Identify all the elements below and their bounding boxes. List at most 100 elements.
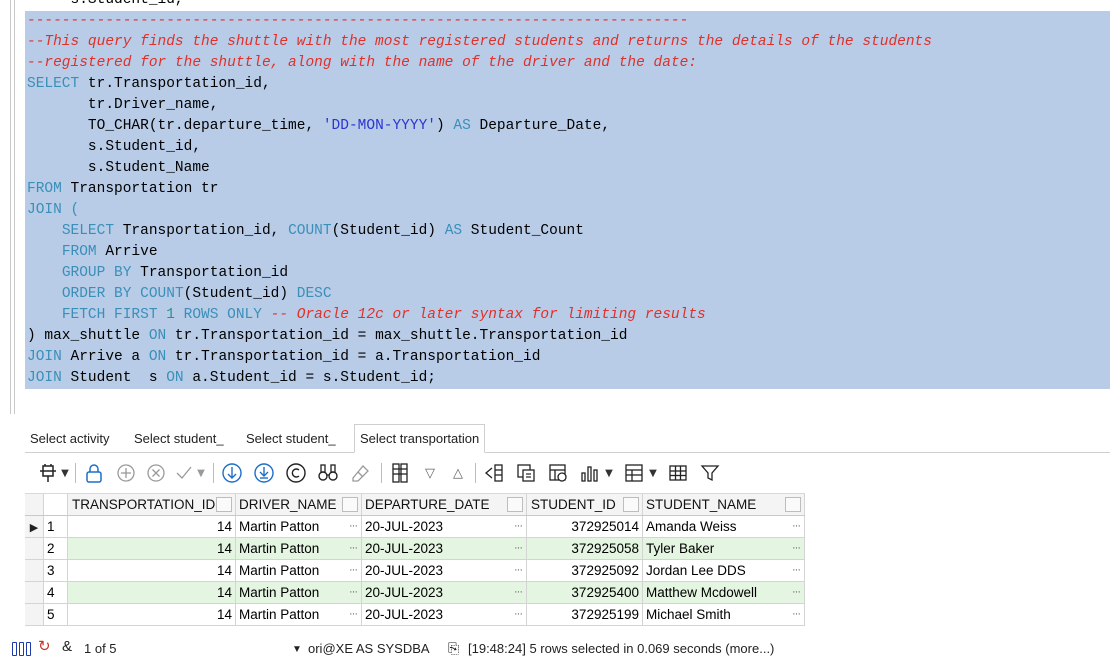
ellipsis-button[interactable]: ···	[514, 516, 523, 537]
pin-icon[interactable]	[35, 459, 61, 487]
cell-departure-date[interactable]: 20-JUL-2023 ···	[362, 538, 527, 559]
cell-student-name[interactable]: Amanda Weiss ···	[643, 516, 805, 537]
ellipsis-button[interactable]: ···	[349, 538, 358, 559]
ellipsis-button[interactable]: ···	[349, 560, 358, 581]
cell-driver-name[interactable]: Martin Patton ···	[236, 516, 362, 537]
column-header-transportation-id[interactable]: TRANSPORTATION_ID	[68, 494, 236, 515]
row-number: 1	[44, 516, 68, 537]
cell-transportation-id[interactable]: 14	[68, 582, 236, 603]
tab-select-student-2[interactable]: Select student_	[241, 425, 341, 453]
column-icon[interactable]	[387, 459, 413, 487]
ellipsis-button[interactable]: ···	[792, 516, 801, 537]
column-header-student-name[interactable]: STUDENT_NAME	[643, 494, 805, 515]
cell-transportation-id[interactable]: 14	[68, 604, 236, 625]
cell-departure-date[interactable]: 20-JUL-2023 ···	[362, 604, 527, 625]
split-icon[interactable]	[481, 459, 507, 487]
code-line: s.Student_id,	[27, 139, 202, 155]
ellipsis-button[interactable]: ···	[514, 560, 523, 581]
progress-bars-icon	[12, 642, 31, 656]
chevron-down-icon[interactable]: ▼	[59, 459, 71, 487]
chevron-down-icon[interactable]: ▼	[292, 641, 302, 659]
cell-transportation-id[interactable]: 14	[68, 560, 236, 581]
chevron-down-icon[interactable]: ▼	[647, 459, 659, 487]
ellipsis-button[interactable]: ···	[514, 604, 523, 625]
table-row[interactable]: 5 14 Martin Patton ··· 20-JUL-2023 ··· 372…	[25, 604, 805, 626]
layout-icon[interactable]	[621, 459, 647, 487]
cell-student-name[interactable]: Jordan Lee DDS ···	[643, 560, 805, 581]
cell-student-id[interactable]: 372925014	[527, 516, 643, 537]
cell-departure-date[interactable]: 20-JUL-2023 ···	[362, 516, 527, 537]
timer-icon[interactable]: ↻	[38, 638, 51, 656]
row-selector[interactable]	[25, 560, 44, 581]
column-header-driver-name[interactable]: DRIVER_NAME	[236, 494, 362, 515]
tab-select-transportation[interactable]: Select transportation	[354, 424, 486, 453]
ellipsis-button[interactable]: ···	[792, 604, 801, 625]
find-icon[interactable]	[315, 459, 341, 487]
add-row-icon[interactable]	[113, 459, 139, 487]
fetch-all-icon[interactable]	[251, 459, 277, 487]
cell-driver-name[interactable]: Martin Patton ···	[236, 538, 362, 559]
clear-icon[interactable]	[347, 459, 373, 487]
sort-desc-icon[interactable]: ▽	[419, 459, 441, 487]
row-selector[interactable]	[25, 538, 44, 559]
code-line: FROM Arrive	[61, 244, 158, 260]
table-row[interactable]: 2 14 Martin Patton ··· 20-JUL-2023 ··· 372…	[25, 538, 805, 560]
refresh-icon[interactable]	[283, 459, 309, 487]
cell-student-id[interactable]: 372925199	[527, 604, 643, 625]
row-pointer-icon[interactable]: ▶	[25, 516, 44, 537]
cell-student-name[interactable]: Matthew Mcdowell ···	[643, 582, 805, 603]
column-header-departure-date[interactable]: DEPARTURE_DATE	[362, 494, 527, 515]
cell-transportation-id[interactable]: 14	[68, 516, 236, 537]
cell-driver-name[interactable]: Martin Patton ···	[236, 582, 362, 603]
status-message[interactable]: [19:48:24] 5 rows selected in 0.069 seco…	[468, 640, 774, 658]
cell-student-name[interactable]: Michael Smith ···	[643, 604, 805, 625]
ellipsis-button[interactable]: ···	[349, 582, 358, 603]
chevron-down-icon[interactable]: ▼	[195, 459, 207, 487]
ellipsis-button[interactable]: ···	[792, 538, 801, 559]
ellipsis-button[interactable]: ···	[349, 516, 358, 537]
cell-driver-name[interactable]: Martin Patton ···	[236, 604, 362, 625]
code-line: FETCH FIRST 1 ROWS ONLY -- Oracle 12c or…	[61, 307, 706, 323]
ellipsis-button[interactable]: ···	[792, 560, 801, 581]
cell-student-id[interactable]: 372925400	[527, 582, 643, 603]
filter-icon[interactable]	[697, 459, 723, 487]
table-row[interactable]: 3 14 Martin Patton ··· 20-JUL-2023 ··· 372…	[25, 560, 805, 582]
table-row[interactable]: ▶ 1 14 Martin Patton ··· 20-JUL-2023 ··· 3…	[25, 516, 805, 538]
delete-row-icon[interactable]	[143, 459, 169, 487]
ellipsis-button[interactable]: ···	[792, 582, 801, 603]
tab-select-activity[interactable]: Select activity	[25, 425, 114, 453]
lock-icon[interactable]	[81, 459, 107, 487]
tab-select-student-1[interactable]: Select student_	[129, 425, 229, 453]
column-header-student-id[interactable]: STUDENT_ID	[527, 494, 643, 515]
commit-check-icon[interactable]	[173, 459, 195, 487]
export-icon[interactable]	[545, 459, 571, 487]
cell-student-name[interactable]: Tyler Baker ···	[643, 538, 805, 559]
message-icon: ⎘	[448, 640, 460, 656]
row-selector[interactable]	[25, 604, 44, 625]
chart-icon[interactable]	[577, 459, 603, 487]
cell-driver-name[interactable]: Martin Patton ···	[236, 560, 362, 581]
chevron-down-icon[interactable]: ▼	[603, 459, 615, 487]
code-line: --This query finds the shuttle with the …	[27, 34, 932, 50]
cell-transportation-id[interactable]: 14	[68, 538, 236, 559]
row-selector[interactable]	[25, 582, 44, 603]
copy-icon[interactable]	[513, 459, 539, 487]
ellipsis-button[interactable]: ···	[514, 582, 523, 603]
ellipsis-button[interactable]: ···	[514, 538, 523, 559]
connection-label[interactable]: ori@XE AS SYSDBA	[308, 640, 430, 658]
ellipsis-button[interactable]: ···	[349, 604, 358, 625]
scroll-down-icon[interactable]	[219, 459, 245, 487]
cell-student-id[interactable]: 372925092	[527, 560, 643, 581]
code-area[interactable]: s.Student_id, --------------------------…	[25, 0, 1110, 389]
link-icon[interactable]: &	[62, 638, 72, 656]
table-row[interactable]: 4 14 Martin Patton ··· 20-JUL-2023 ··· 372…	[25, 582, 805, 604]
sort-asc-icon[interactable]: △	[447, 459, 469, 487]
header-corner[interactable]	[25, 494, 44, 515]
selected-code-block[interactable]: ----------------------------------------…	[25, 11, 1110, 389]
cell-departure-date[interactable]: 20-JUL-2023 ···	[362, 582, 527, 603]
result-grid[interactable]: TRANSPORTATION_ID DRIVER_NAME DEPARTURE_…	[25, 493, 805, 626]
table-icon[interactable]	[665, 459, 691, 487]
sql-editor[interactable]: s.Student_id, --------------------------…	[0, 0, 1110, 414]
cell-student-id[interactable]: 372925058	[527, 538, 643, 559]
cell-departure-date[interactable]: 20-JUL-2023 ···	[362, 560, 527, 581]
